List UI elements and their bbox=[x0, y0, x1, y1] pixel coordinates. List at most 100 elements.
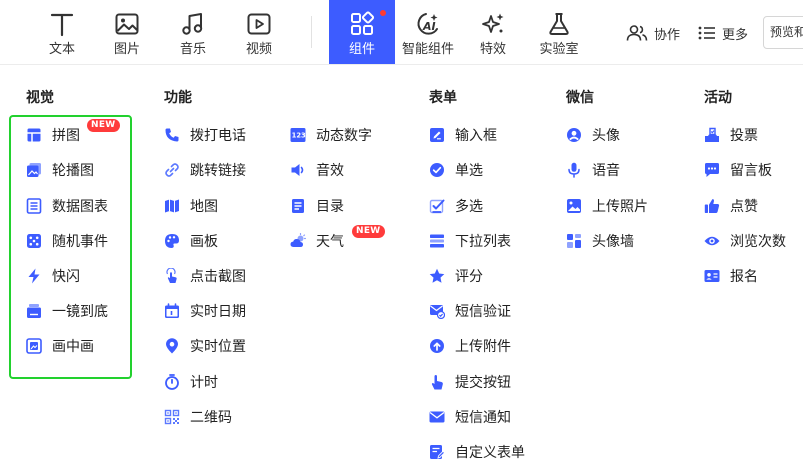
component-item-submit-button[interactable]: 提交按钮 bbox=[429, 372, 511, 392]
tool-lab[interactable]: 实验室 bbox=[534, 0, 584, 64]
photo-upload-icon bbox=[567, 199, 581, 213]
item-label: 随机事件 bbox=[52, 234, 108, 250]
users-icon bbox=[626, 25, 648, 41]
component-item-realtime-location[interactable]: 实时位置 bbox=[164, 336, 246, 356]
tool-music[interactable]: 音乐 bbox=[168, 0, 218, 64]
item-label: 评分 bbox=[455, 269, 483, 285]
item-label: 拨打电话 bbox=[190, 128, 246, 144]
mail-icon bbox=[429, 411, 445, 423]
cloud-upload-icon bbox=[430, 339, 444, 353]
new-badge: NEW bbox=[352, 225, 385, 238]
component-item-upload-attachment[interactable]: 上传附件 bbox=[429, 336, 511, 356]
component-item-carousel[interactable]: 轮播图 bbox=[26, 160, 94, 180]
component-item-dynamic-number[interactable]: 123 动态数字 bbox=[290, 125, 372, 145]
component-item-picture-in-picture[interactable]: 画中画 bbox=[26, 336, 94, 356]
component-item-single-choice[interactable]: 单选 bbox=[429, 160, 483, 180]
component-item-click-screenshot[interactable]: 点击截图 bbox=[164, 266, 246, 286]
components-icon bbox=[351, 11, 375, 35]
tool-text[interactable]: 文本 bbox=[37, 0, 87, 64]
avatar-wall-icon bbox=[567, 234, 581, 248]
component-item-avatar-wall[interactable]: 头像墙 bbox=[566, 231, 634, 251]
item-label: 留言板 bbox=[730, 163, 772, 179]
preview-button[interactable]: 预览和 bbox=[763, 16, 803, 49]
item-label: 报名 bbox=[730, 269, 758, 285]
component-item-timer[interactable]: 计时 bbox=[164, 372, 218, 392]
component-item-custom-form[interactable]: 自定义表单 bbox=[429, 442, 525, 462]
component-item-view-count[interactable]: 浏览次数 bbox=[704, 231, 786, 251]
component-item-catalog[interactable]: 目录 bbox=[290, 196, 344, 216]
component-item-sms-notification[interactable]: 短信通知 bbox=[429, 407, 511, 427]
palette-icon bbox=[165, 234, 179, 248]
item-label: 提交按钮 bbox=[455, 375, 511, 391]
catalog-icon bbox=[292, 199, 304, 213]
item-label: 音效 bbox=[316, 163, 344, 179]
more-button[interactable]: 更多 bbox=[698, 20, 748, 46]
stopwatch-icon bbox=[165, 374, 179, 390]
item-label: 头像 bbox=[592, 128, 620, 144]
text-icon bbox=[50, 13, 74, 37]
collaborate-button[interactable]: 协作 bbox=[626, 20, 680, 46]
component-item-multi-choice[interactable]: 多选 bbox=[429, 196, 483, 216]
item-label: 画中画 bbox=[52, 339, 94, 355]
star-icon bbox=[429, 268, 445, 283]
item-label: 拼图 bbox=[52, 128, 80, 144]
tool-smart-components[interactable]: AI 智能组件 bbox=[398, 0, 458, 64]
svg-text:123: 123 bbox=[292, 132, 306, 140]
input-edit-icon bbox=[430, 128, 444, 142]
item-label: 一镜到底 bbox=[52, 304, 108, 320]
item-label: 浏览次数 bbox=[730, 234, 786, 250]
scroll-card-icon bbox=[27, 304, 41, 318]
image-icon bbox=[115, 13, 139, 35]
tool-components[interactable]: 组件 bbox=[329, 0, 395, 64]
component-item-qrcode[interactable]: 二维码 bbox=[164, 407, 232, 427]
component-item-like[interactable]: 点赞 bbox=[704, 196, 758, 216]
tool-video[interactable]: 视频 bbox=[234, 0, 284, 64]
microphone-icon bbox=[568, 162, 580, 178]
component-item-input-box[interactable]: 输入框 bbox=[429, 125, 497, 145]
component-item-realtime-date[interactable]: 实时日期 bbox=[164, 301, 246, 321]
layout-icon bbox=[27, 128, 41, 142]
component-item-jump-link[interactable]: 跳转链接 bbox=[164, 160, 246, 180]
component-item-upload-photo[interactable]: 上传照片 bbox=[566, 196, 648, 216]
item-label: 计时 bbox=[190, 375, 218, 391]
component-item-map[interactable]: 地图 bbox=[164, 196, 218, 216]
component-item-voice[interactable]: 语音 bbox=[566, 160, 620, 180]
calendar-icon bbox=[165, 303, 179, 318]
component-item-flash[interactable]: 快闪 bbox=[26, 266, 80, 286]
component-item-dropdown-list[interactable]: 下拉列表 bbox=[429, 231, 511, 251]
component-item-message-board[interactable]: 留言板 bbox=[704, 160, 772, 180]
component-item-avatar[interactable]: 头像 bbox=[566, 125, 620, 145]
component-item-drawing-board[interactable]: 画板 bbox=[164, 231, 218, 251]
dice-icon bbox=[27, 234, 41, 248]
qrcode-icon bbox=[164, 409, 180, 425]
weather-icon bbox=[290, 233, 306, 247]
item-label: 实时位置 bbox=[190, 339, 246, 355]
item-label: 画板 bbox=[190, 234, 218, 250]
item-label: 轮播图 bbox=[52, 163, 94, 179]
tool-effects[interactable]: 特效 bbox=[468, 0, 518, 64]
component-item-data-chart[interactable]: 数据图表 bbox=[26, 196, 108, 216]
video-icon bbox=[247, 13, 271, 35]
sparkle-icon bbox=[482, 13, 504, 33]
component-item-one-shot[interactable]: 一镜到底 bbox=[26, 301, 108, 321]
map-icon bbox=[165, 199, 179, 213]
custom-form-icon bbox=[430, 445, 445, 459]
radio-check-icon bbox=[430, 163, 444, 177]
component-item-vote[interactable]: 投票 bbox=[704, 125, 758, 145]
component-item-signup[interactable]: 报名 bbox=[704, 266, 758, 286]
component-item-weather[interactable]: 天气 bbox=[290, 231, 344, 251]
sms-verify-icon bbox=[430, 305, 445, 319]
vote-icon bbox=[705, 127, 719, 142]
tool-image[interactable]: 图片 bbox=[102, 0, 152, 64]
component-item-phone-call[interactable]: 拨打电话 bbox=[164, 125, 246, 145]
item-label: 动态数字 bbox=[316, 128, 372, 144]
speaker-icon bbox=[291, 164, 304, 176]
section-title-wechat: 微信 bbox=[566, 90, 594, 106]
component-item-sound-effect[interactable]: 音效 bbox=[290, 160, 344, 180]
component-item-sms-verification[interactable]: 短信验证 bbox=[429, 301, 511, 321]
component-item-random-event[interactable]: 随机事件 bbox=[26, 231, 108, 251]
item-label: 地图 bbox=[190, 199, 218, 215]
component-item-puzzle[interactable]: 拼图 bbox=[26, 125, 80, 145]
lightning-icon bbox=[28, 268, 40, 284]
component-item-rating[interactable]: 评分 bbox=[429, 266, 483, 286]
